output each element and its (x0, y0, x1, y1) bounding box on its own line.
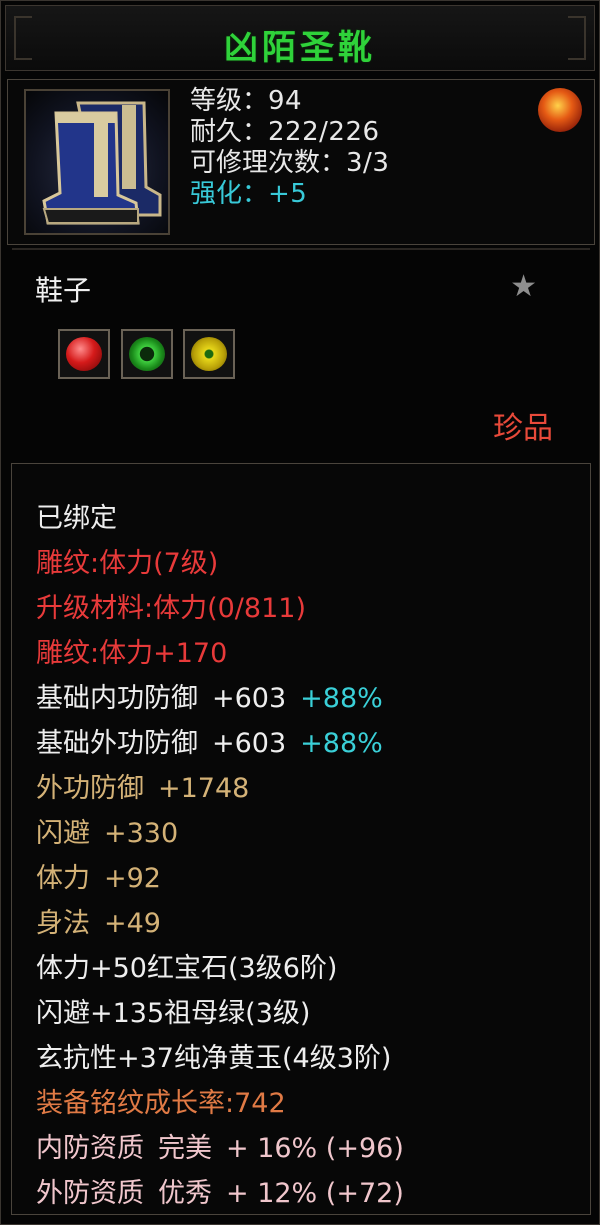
engrave-bonus: 雕纹:体力+170 (36, 638, 228, 669)
durability-label: 耐久： (190, 117, 269, 147)
level-label: 等级： (190, 86, 269, 116)
agility: 身法 +49 (36, 908, 161, 939)
item-tooltip: 凶陌圣靴 等级：94 耐久：222/226 可修理次数：3/3 强化：+5 鞋子… (0, 0, 600, 1225)
item-details: 已绑定 雕纹:体力(7级) 升级材料:体力(0/811) 雕纹:体力+170 基… (11, 463, 591, 1215)
title-ornament-right (568, 16, 586, 60)
bound-status: 已绑定 (36, 503, 117, 534)
gem-bonus-emerald: 闪避+135祖母绿(3级) (36, 998, 311, 1029)
rarity-label: 珍品 (493, 411, 553, 446)
title-bar: 凶陌圣靴 (5, 5, 595, 71)
star-icon[interactable]: ★ (510, 269, 537, 304)
inner-quality: 内防资质 完美 + 16% (+96) (36, 1133, 404, 1164)
upgrade-material: 升级材料:体力(0/811) (36, 593, 306, 624)
item-header: 等级：94 耐久：222/226 可修理次数：3/3 强化：+5 (7, 79, 595, 250)
repairs-value: 3/3 (346, 148, 390, 178)
growth-rate: 装备铭纹成长率:742 (36, 1088, 286, 1119)
enhance-value: +5 (268, 179, 308, 209)
item-type: 鞋子 (35, 274, 92, 307)
enhance-label: 强化： (190, 179, 269, 209)
gem-bonus-topaz: 玄抗性+37纯净黄玉(4级3阶) (36, 1043, 392, 1074)
base-outer-defense: 基础外功防御 +603 +88% (36, 728, 383, 759)
dragon-emblem-icon (538, 88, 582, 132)
boots-icon (24, 89, 170, 235)
ruby-gem-icon[interactable] (58, 329, 110, 379)
yellow-jade-gem-icon[interactable] (183, 329, 235, 379)
engrave-level: 雕纹:体力(7级) (36, 548, 219, 579)
durability-value: 222/226 (268, 117, 380, 147)
item-stats: 等级：94 耐久：222/226 可修理次数：3/3 强化：+5 (190, 86, 389, 210)
repairs-label: 可修理次数： (190, 148, 347, 178)
level-value: 94 (268, 86, 303, 116)
outer-quality: 外防资质 优秀 + 12% (+72) (36, 1178, 404, 1209)
emerald-gem-icon[interactable] (121, 329, 173, 379)
dodge: 闪避 +330 (36, 818, 179, 849)
stamina: 体力 +92 (36, 863, 161, 894)
base-inner-defense: 基础内功防御 +603 +88% (36, 683, 383, 714)
outer-defense: 外功防御 +1748 (36, 773, 250, 804)
item-name: 凶陌圣靴 (224, 28, 376, 68)
gem-bonus-ruby: 体力+50红宝石(3级6阶) (36, 953, 338, 984)
